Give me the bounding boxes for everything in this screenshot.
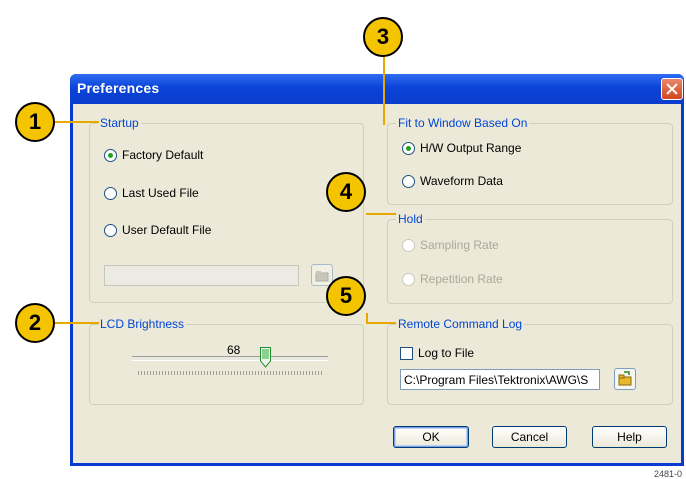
radio-disabled-icon [402, 238, 415, 252]
figure-number: 2481-0 [654, 469, 683, 479]
radio-label: User Default File [122, 223, 212, 237]
radio-hw-output-range[interactable]: H/W Output Range [402, 141, 521, 155]
brightness-slider-track[interactable] [132, 356, 328, 361]
radio-label: Factory Default [122, 148, 204, 162]
callout-3-leader [383, 55, 385, 125]
cancel-button[interactable]: Cancel [492, 426, 567, 448]
remote-command-log-legend: Remote Command Log [396, 317, 525, 331]
lcd-brightness-group: LCD Brightness 68 [89, 317, 364, 405]
checkbox-label: Log to File [418, 346, 475, 360]
radio-user-default-file[interactable]: User Default File [104, 223, 211, 237]
radio-unselected-icon [402, 174, 415, 188]
lcd-brightness-legend: LCD Brightness [98, 317, 187, 331]
slider-ticks [138, 371, 324, 375]
startup-legend: Startup [98, 116, 141, 130]
radio-selected-icon [104, 148, 117, 162]
startup-group: Startup Factory Default Last Used File U… [89, 116, 364, 303]
callout-4: 4 [326, 172, 366, 212]
browse-log-file-button[interactable] [614, 368, 636, 390]
close-icon[interactable] [661, 78, 683, 100]
remote-command-log-group: Remote Command Log Log to File C:\Progra… [387, 317, 673, 405]
radio-repetition-rate: Repetition Rate [402, 272, 503, 286]
callout-2: 2 [15, 303, 55, 343]
radio-waveform-data[interactable]: Waveform Data [402, 174, 503, 188]
radio-label: Sampling Rate [420, 238, 499, 252]
fit-to-window-group: Fit to Window Based On H/W Output Range … [387, 116, 673, 205]
radio-sampling-rate: Sampling Rate [402, 238, 499, 252]
radio-label: Repetition Rate [420, 272, 503, 286]
dialog-title: Preferences [77, 80, 160, 96]
callout-5: 5 [326, 276, 366, 316]
radio-selected-icon [402, 141, 415, 155]
radio-label: Last Used File [122, 186, 199, 200]
radio-label: Waveform Data [420, 174, 503, 188]
hold-group: Hold Sampling Rate Repetition Rate [387, 212, 673, 304]
brightness-slider-thumb[interactable] [260, 347, 271, 368]
help-button[interactable]: Help [592, 426, 667, 448]
preferences-dialog: Preferences Startup Factory Default Last… [70, 74, 684, 466]
user-default-file-field [104, 265, 299, 286]
callout-5-leader-h [366, 322, 396, 324]
radio-unselected-icon [104, 223, 117, 237]
callout-2-leader [55, 322, 99, 324]
callout-1: 1 [15, 102, 55, 142]
callout-3: 3 [363, 17, 403, 57]
radio-factory-default[interactable]: Factory Default [104, 148, 203, 162]
radio-label: H/W Output Range [420, 141, 522, 155]
brightness-value: 68 [227, 343, 241, 357]
radio-last-used-file[interactable]: Last Used File [104, 186, 199, 200]
fit-to-window-legend: Fit to Window Based On [396, 116, 530, 130]
hold-legend: Hold [396, 212, 425, 226]
callout-4-leader [366, 213, 396, 215]
title-bar[interactable]: Preferences [70, 74, 684, 104]
folder-icon [315, 271, 329, 282]
checkbox-icon [400, 346, 413, 360]
dialog-client-area: Startup Factory Default Last Used File U… [73, 104, 681, 463]
folder-icon [618, 371, 632, 386]
radio-disabled-icon [402, 272, 415, 286]
log-to-file-checkbox[interactable]: Log to File [400, 346, 474, 360]
ok-button[interactable]: OK [393, 426, 469, 448]
radio-unselected-icon [104, 186, 117, 200]
callout-1-leader [55, 121, 99, 123]
log-file-path-field[interactable]: C:\Program Files\Tektronix\AWG\S [400, 369, 600, 390]
